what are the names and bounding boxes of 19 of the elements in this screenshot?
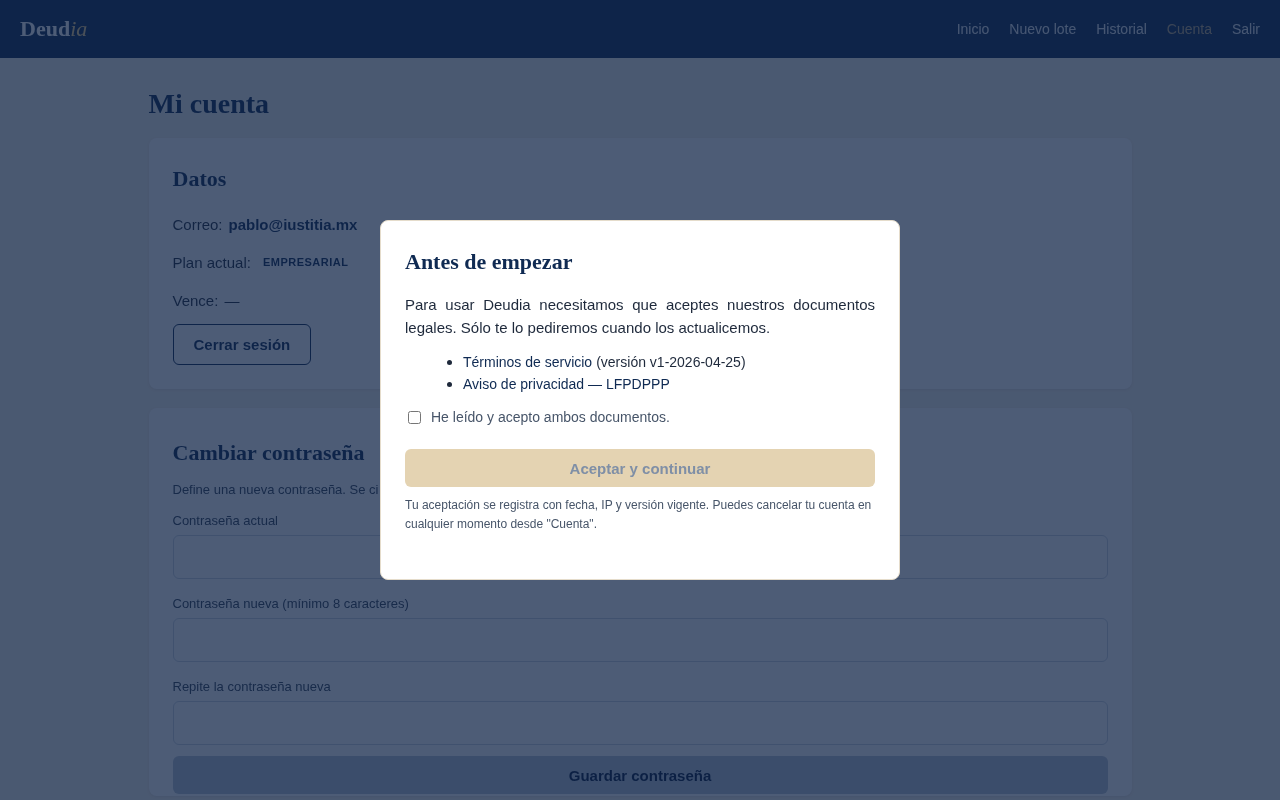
plan-label: EMPRESARIAL <box>261 255 350 270</box>
document-note: (versión v1-2026-04-25) <box>596 353 746 372</box>
dialog-text: Para usar Deudia necesitamos que aceptes nuestros documentos legales. Sólo te lo pediremos cuando los actualicemos. <box>405 295 875 338</box>
expiry-value: — <box>224 291 240 309</box>
document-link[interactable]: Aviso de privacidad — LFPDPPP <box>463 373 670 395</box>
bullet-icon <box>447 359 452 365</box>
field-label: Correo: <box>172 215 223 233</box>
field-label: Plan actual: <box>172 253 251 271</box>
consent-checkbox[interactable] <box>408 410 421 424</box>
field-label: Vence: <box>172 291 219 309</box>
email-value: pablo@iustitia.mx <box>228 215 358 233</box>
dialog-title: Antes de empezar <box>405 249 574 275</box>
consent-label: He leído y acepto ambos documentos. <box>431 409 670 425</box>
bullet-icon <box>447 381 452 387</box>
page-title: Mi cuenta <box>148 88 271 120</box>
document-link[interactable]: Términos de servicio <box>463 351 593 373</box>
footnote-text: Tu aceptación se registra con fecha, IP y versión vigente. Puedes cancelar tu cuenta en cualquier momento desde "Cuenta". <box>405 497 873 533</box>
card-title: Cambiar contraseña <box>172 440 366 466</box>
card-title: Datos <box>172 166 228 192</box>
